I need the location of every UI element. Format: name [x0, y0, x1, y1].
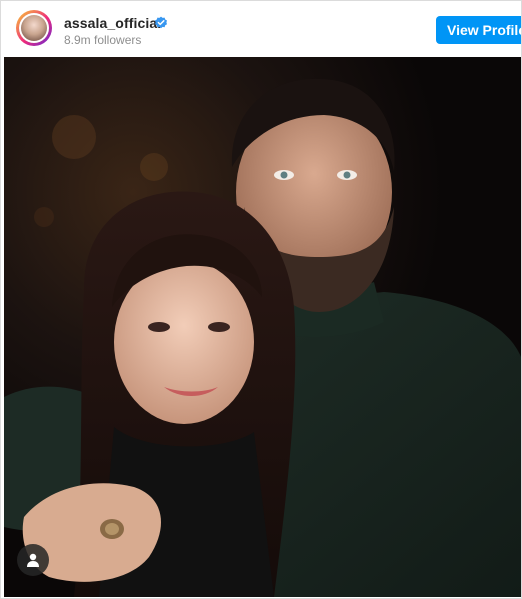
username[interactable]: assala_official — [64, 15, 161, 31]
view-profile-button[interactable]: View Profile — [436, 16, 521, 44]
avatar-story-ring[interactable] — [16, 10, 52, 46]
verified-badge-icon — [155, 16, 167, 29]
post-header: assala_official 8.9m followers View Prof… — [1, 1, 521, 57]
follower-count: 8.9m followers — [64, 33, 142, 47]
tagged-users-button[interactable] — [17, 544, 49, 576]
user-tag-icon — [27, 553, 39, 567]
post-photo-illustration — [4, 57, 521, 597]
post-photo[interactable] — [4, 57, 521, 597]
instagram-embed: assala_official 8.9m followers View Prof… — [0, 0, 522, 599]
avatar[interactable] — [19, 13, 49, 43]
